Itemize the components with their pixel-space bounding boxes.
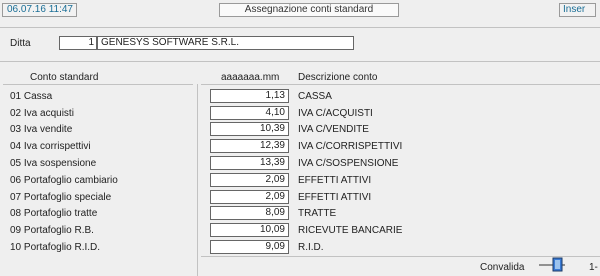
account-field[interactable]: 1,13 xyxy=(210,89,289,103)
account-field[interactable]: 12,39 xyxy=(210,139,289,153)
mode-indicator: Inser xyxy=(559,3,596,17)
row-description: RICEVUTE BANCARIE xyxy=(298,225,403,236)
account-field[interactable]: 13,39 xyxy=(210,156,289,170)
row-description: IVA C/ACQUISTI xyxy=(298,108,373,119)
column-header-underline-right xyxy=(201,84,600,85)
column-header-account: aaaaaaa.mm xyxy=(221,72,280,83)
row-description: CASSA xyxy=(298,91,332,102)
row-description: EFFETTI ATTIVI xyxy=(298,192,372,203)
ditta-name-field: GENESYS SOFTWARE S.R.L. xyxy=(97,36,354,50)
account-field[interactable]: 2,09 xyxy=(210,190,289,204)
header-divider xyxy=(0,27,600,28)
row-label: 04 Iva corrispettivi xyxy=(10,141,91,152)
row-label: 02 Iva acquisti xyxy=(10,108,74,119)
row-label: 01 Cassa xyxy=(10,91,53,102)
datetime-display: 06.07.16 11:47 xyxy=(2,3,77,17)
ditta-label: Ditta xyxy=(10,38,31,49)
convalida-label: Convalida xyxy=(480,262,525,273)
row-label: 10 Portafoglio R.I.D. xyxy=(10,242,101,253)
row-description: TRATTE xyxy=(298,208,337,219)
account-field[interactable]: 8,09 xyxy=(210,206,289,220)
row-label: 03 Iva vendite xyxy=(10,124,73,135)
column-divider xyxy=(197,84,198,276)
account-field[interactable]: 10,09 xyxy=(210,223,289,237)
account-field[interactable]: 9,09 xyxy=(210,240,289,254)
confirm-value: 1- xyxy=(589,262,598,273)
column-header-descrizione: Descrizione conto xyxy=(298,72,378,83)
row-label: 09 Portafoglio R.B. xyxy=(10,225,94,236)
ditta-code-field[interactable]: 1 xyxy=(59,36,97,50)
account-field[interactable]: 4,10 xyxy=(210,106,289,120)
column-header-conto: Conto standard xyxy=(30,72,99,83)
row-description: IVA C/CORRISPETTIVI xyxy=(298,141,403,152)
row-description: R.I.D. xyxy=(298,242,324,253)
confirm-toggle-icon[interactable] xyxy=(539,257,565,272)
window-title: Assegnazione conti standard xyxy=(219,3,399,17)
row-label: 05 Iva sospensione xyxy=(10,158,97,169)
account-field[interactable]: 2,09 xyxy=(210,173,289,187)
row-description: EFFETTI ATTIVI xyxy=(298,175,372,186)
section-divider xyxy=(0,61,600,62)
column-header-underline-left xyxy=(3,84,193,85)
row-description: IVA C/SOSPENSIONE xyxy=(298,158,399,169)
row-description: IVA C/VENDITE xyxy=(298,124,369,135)
account-field[interactable]: 10,39 xyxy=(210,122,289,136)
row-label: 06 Portafoglio cambiario xyxy=(10,175,118,186)
row-label: 07 Portafoglio speciale xyxy=(10,192,112,203)
row-label: 08 Portafoglio tratte xyxy=(10,208,98,219)
